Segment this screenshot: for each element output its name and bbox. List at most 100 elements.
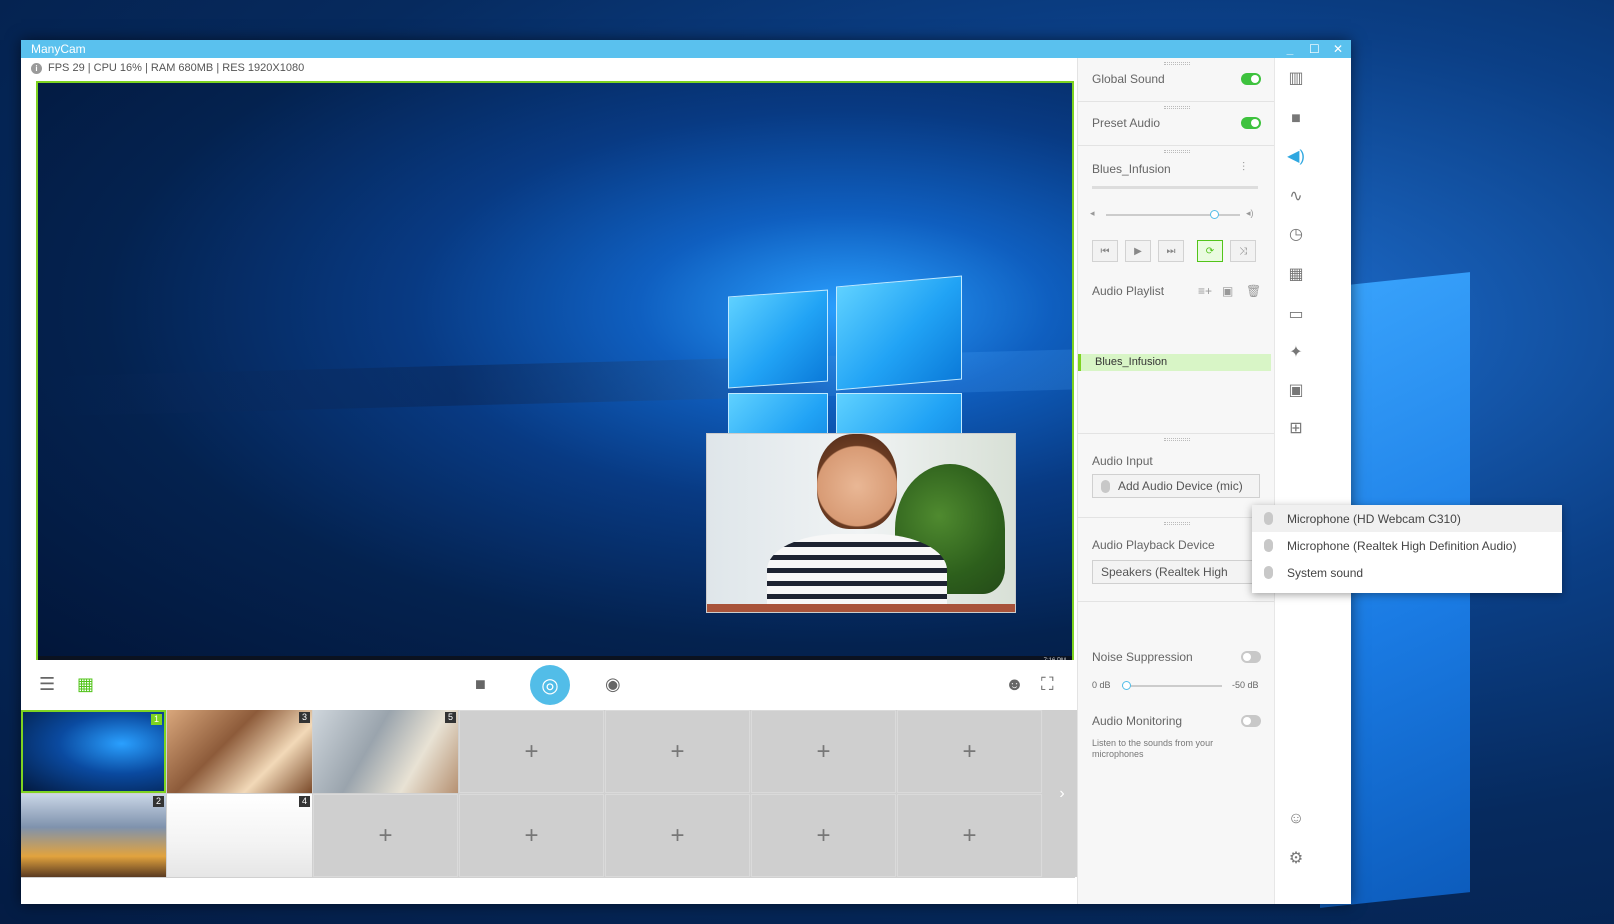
preset-number: 4 [298, 796, 310, 807]
playback-device-value: Speakers (Realtek High [1101, 565, 1228, 579]
audio-monitoring-label: Audio Monitoring [1092, 714, 1183, 728]
person-body [767, 534, 947, 612]
preset-thumbnail[interactable]: 2 [21, 794, 166, 877]
main-preview[interactable]: ⊞ ○ ▤ ■ ● ● 7:16 PM 2018-11-29 [36, 81, 1074, 678]
dropdown-item-hd-webcam-mic[interactable]: Microphone (HD Webcam C310) [1252, 505, 1562, 532]
preset-number: 3 [298, 712, 310, 723]
picture-in-picture-webcam[interactable] [706, 433, 1016, 613]
microphone-icon [1264, 566, 1273, 579]
playlist-item[interactable]: Blues_Infusion [1078, 354, 1271, 371]
broadcast-button[interactable]: ◎ [530, 665, 570, 705]
presets-grid: 1 3 5 + + + + › 2 4 + + + + + [21, 710, 1081, 878]
waveform-icon: ⫶ [1242, 160, 1246, 174]
manycam-window: ManyCam _ ☐ ✕ i FPS 29 | CPU 16% | RAM 6… [21, 40, 1351, 904]
effects-nav-icon[interactable]: ✦ [1285, 342, 1307, 364]
add-preset-button[interactable]: + [605, 710, 750, 793]
playback-device-section: Audio Playback Device Speakers (Realtek … [1078, 518, 1275, 602]
preset-audio-section: Preset Audio [1078, 102, 1275, 146]
images-nav-icon[interactable]: ▣ [1285, 380, 1307, 402]
draw-nav-icon[interactable]: ∿ [1285, 186, 1307, 208]
fullscreen-icon[interactable]: ⛶ [1041, 674, 1054, 695]
shuffle-button[interactable]: ⤨ [1230, 240, 1256, 262]
add-preset-button[interactable]: + [605, 794, 750, 877]
audio-monitoring-toggle[interactable] [1241, 715, 1261, 727]
audio-device-dropdown: Microphone (HD Webcam C310) Microphone (… [1252, 505, 1562, 593]
audio-input-label: Audio Input [1092, 454, 1153, 468]
preset-thumbnail[interactable]: 3 [167, 710, 312, 793]
global-sound-toggle[interactable] [1241, 73, 1261, 85]
noise-min-label: 0 dB [1092, 680, 1111, 690]
widgets-nav-icon[interactable]: ⊞ [1285, 418, 1307, 440]
time-nav-icon[interactable]: ◷ [1285, 224, 1307, 246]
face-mask-icon[interactable]: ☻ [1005, 674, 1024, 695]
dropdown-item-system-sound[interactable]: System sound [1252, 559, 1562, 586]
preset-audio-toggle[interactable] [1241, 117, 1261, 129]
preset-thumbnail[interactable]: 4 [167, 794, 312, 877]
stats-bar: i FPS 29 | CPU 16% | RAM 680MB | RES 192… [31, 62, 304, 74]
volume-slider[interactable] [1106, 210, 1240, 219]
snapshot-camera-icon[interactable]: ◉ [605, 674, 621, 695]
microphone-icon [1264, 512, 1273, 525]
global-sound-label: Global Sound [1092, 72, 1165, 86]
bottom-toolbar: ☰ ▦ ■ ◎ ◉ ☻ ⛶ [21, 660, 1075, 710]
stats-text: FPS 29 | CPU 16% | RAM 680MB | RES 1920X… [48, 62, 305, 74]
account-icon[interactable]: ☺ [1285, 808, 1307, 830]
add-preset-button[interactable]: + [751, 710, 896, 793]
volume-low-icon: ◂ [1090, 208, 1095, 218]
add-preset-button[interactable]: + [313, 794, 458, 877]
repeat-button[interactable]: ⟳ [1197, 240, 1223, 262]
close-button[interactable]: ✕ [1333, 42, 1343, 56]
noise-suppression-toggle[interactable] [1241, 651, 1261, 663]
add-preset-button[interactable]: + [459, 710, 604, 793]
audio-monitoring-hint: Listen to the sounds from your microphon… [1092, 738, 1214, 759]
track-name: Blues_Infusion [1092, 162, 1171, 176]
preset-number: 5 [444, 712, 456, 723]
delete-playlist-icon[interactable]: 🗑 [1246, 284, 1261, 298]
lower-thirds-nav-icon[interactable]: ▭ [1285, 304, 1307, 326]
maximize-button[interactable]: ☐ [1309, 42, 1320, 56]
text-overlay-nav-icon[interactable]: ▦ [1285, 264, 1307, 286]
title-bar: ManyCam _ ☐ ✕ [21, 40, 1351, 58]
add-to-playlist-icon[interactable]: ≡+ [1198, 284, 1212, 298]
presets-icon[interactable]: ▦ [77, 674, 94, 695]
audio-playlist-label: Audio Playlist [1092, 284, 1165, 298]
add-preset-button[interactable]: + [459, 794, 604, 877]
playlist-menu-icon[interactable]: ☰ [39, 674, 55, 695]
minimize-button[interactable]: _ [1285, 42, 1295, 56]
presets-nav-icon[interactable]: ▥ [1285, 68, 1307, 90]
add-preset-button[interactable]: + [751, 794, 896, 877]
side-navigation: ▥ ■ ◀) ∿ ◷ ▦ ▭ ✦ ▣ ⊞ ☺ ⚙ [1274, 58, 1316, 904]
video-sources-nav-icon[interactable]: ■ [1285, 108, 1307, 130]
settings-gear-icon[interactable]: ⚙ [1285, 848, 1307, 870]
preset-thumbnail[interactable]: 1 [21, 710, 166, 793]
audio-player-section: Blues_Infusion ⫶ ◂ ◂) ⏮ ▶ ⏭ ⟳ ⤨ Audio Pl… [1078, 146, 1275, 434]
preset-number: 1 [150, 714, 162, 725]
dropdown-item-label: Microphone (HD Webcam C310) [1287, 511, 1461, 526]
info-icon[interactable]: i [31, 62, 42, 74]
playback-device-label: Audio Playback Device [1092, 538, 1215, 552]
track-progress[interactable] [1092, 186, 1258, 189]
dropdown-item-label: Microphone (Realtek High Definition Audi… [1287, 538, 1517, 553]
playback-device-select[interactable]: Speakers (Realtek High [1092, 560, 1260, 584]
add-preset-button[interactable]: + [897, 794, 1042, 877]
noise-suppression-slider[interactable] [1122, 681, 1222, 690]
window-title: ManyCam [31, 42, 86, 56]
dropdown-item-realtek-mic[interactable]: Microphone (Realtek High Definition Audi… [1252, 532, 1562, 559]
play-button[interactable]: ▶ [1125, 240, 1151, 262]
noise-suppression-label: Noise Suppression [1092, 650, 1193, 664]
add-preset-button[interactable]: + [897, 710, 1042, 793]
preset-thumbnail[interactable]: 5 [313, 710, 458, 793]
next-track-button[interactable]: ⏭ [1158, 240, 1184, 262]
previous-track-button[interactable]: ⏮ [1092, 240, 1118, 262]
audio-nav-icon[interactable]: ◀) [1285, 146, 1307, 168]
preset-audio-label: Preset Audio [1092, 116, 1161, 130]
volume-high-icon: ◂) [1246, 208, 1254, 218]
video-camera-icon[interactable]: ■ [475, 674, 486, 695]
add-audio-device-button[interactable]: Add Audio Device (mic) [1092, 474, 1260, 498]
global-sound-section: Global Sound [1078, 58, 1275, 102]
add-audio-device-label: Add Audio Device (mic) [1118, 479, 1243, 493]
dropdown-item-label: System sound [1287, 565, 1364, 580]
microphone-icon [1264, 539, 1273, 552]
save-playlist-icon[interactable]: ▣ [1222, 284, 1233, 298]
next-page-arrow[interactable]: › [1043, 710, 1081, 877]
